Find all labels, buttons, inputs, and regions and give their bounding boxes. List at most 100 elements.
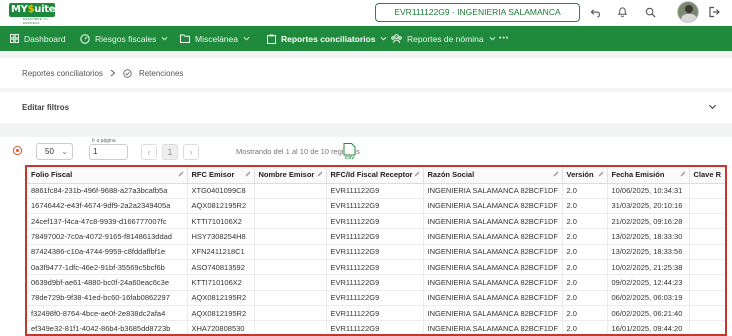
chevron-down-icon[interactable] <box>708 102 717 111</box>
nav-label: Riesgos fiscales <box>95 33 157 44</box>
csv-label: CSV <box>345 155 354 160</box>
nav-item-reportes-conciliatorios[interactable]: Reportes conciliatorios <box>267 26 387 51</box>
nav-item-reportes-nomina[interactable]: Reportes de nómina <box>391 26 496 51</box>
previous-page-button[interactable]: ‹ <box>141 144 157 160</box>
settings-target-icon[interactable] <box>12 145 23 156</box>
table-cell: f32498f0-8764-4bce-ae0f-2e838dc2afa4 <box>27 305 188 322</box>
table-cell <box>254 213 327 230</box>
table-row[interactable]: 0639d9bf-ae61-4880-bc0f-24a60eac6c3e KTTI… <box>27 274 725 291</box>
table-cell: INGENIERIA SALAMANCA 82BCF1DF <box>423 213 563 230</box>
bell-icon[interactable] <box>615 5 629 19</box>
table-cell: 10/06/2025, 10:34:31 <box>607 183 690 199</box>
table-cell <box>689 290 725 306</box>
edit-pencil-icon[interactable] <box>553 171 559 177</box>
page-button-current[interactable]: 1 <box>162 144 178 160</box>
table-row[interactable]: 78de729b-9f38-41ed-bc60-16fab0862297 AQX0… <box>27 290 725 306</box>
column-header[interactable]: RFC/Id Fiscal Receptor <box>326 167 424 184</box>
table-cell: 2.0 <box>562 259 608 276</box>
table-cell: 2.0 <box>562 305 608 322</box>
edit-pencil-icon[interactable] <box>414 171 420 177</box>
nav-item-dashboard[interactable]: Dashboard <box>10 26 66 51</box>
table-cell: 2.0 <box>562 198 608 215</box>
mysuite-logo[interactable]: MY$uite DESCUBRE TU EMPRESA <box>9 3 55 25</box>
table-cell <box>689 274 725 291</box>
table-row[interactable]: ef349e32-81f1-4042-86b4-b3685dd8723b XHA7… <box>27 320 725 334</box>
next-page-button[interactable]: › <box>183 144 199 160</box>
table-cell: 31/03/2025, 20:10:16 <box>607 198 690 215</box>
table-row[interactable]: 24cef137-f4ca-47c8-9939-d166777007fc KTTI… <box>27 213 725 230</box>
csv-export-icon[interactable]: CSV <box>343 143 356 160</box>
withholdings-table: Folio Fiscal RFC Emisor Nombre Emisor RF… <box>25 165 727 336</box>
table-cell <box>689 244 725 260</box>
table-cell: EVR111122G9 <box>326 183 424 199</box>
table-cell: INGENIERIA SALAMANCA 82BCF1DF <box>423 320 563 334</box>
chevron-right-icon <box>110 69 116 77</box>
table-cell: ef349e32-81f1-4042-86b4-b3685dd8723b <box>27 320 188 334</box>
table-row[interactable]: 16746442-e43f-4674-9df9-2a2a2349405a AQX0… <box>27 198 725 215</box>
column-header[interactable]: Versión <box>562 167 608 184</box>
table-row[interactable]: 8861fc84-231b-496f-9688-a27a3bcafb5a XTG0… <box>27 183 725 199</box>
table-cell: EVR111122G9 <box>326 198 424 215</box>
filters-panel[interactable]: Editar filtros <box>0 92 732 123</box>
table-row[interactable]: 87424386-c10a-4744-9959-c8fddaffbf1e XFN2… <box>27 244 725 260</box>
table-cell: EVR111122G9 <box>326 213 424 230</box>
table-cell: EVR111122G9 <box>326 228 424 245</box>
column-header[interactable]: Folio Fiscal <box>27 167 188 184</box>
logo-text: MY <box>11 4 28 15</box>
table-row[interactable]: 0a3f9477-1dfc-46e2-91bf-35569c5bcf6b ASO7… <box>27 259 725 276</box>
edit-pencil-icon[interactable] <box>317 171 323 177</box>
more-menu-icon[interactable]: ••• <box>499 26 509 51</box>
company-selector-button[interactable]: EVR111122G9 - INGENIERIA SALAMANCA 82BCF… <box>375 3 580 34</box>
table-cell: 0a3f9477-1dfc-46e2-91bf-35569c5bcf6b <box>27 259 188 276</box>
table-cell: INGENIERIA SALAMANCA 82BCF1DF <box>423 228 563 245</box>
table-cell: INGENIERIA SALAMANCA 82BCF1DF <box>423 305 563 322</box>
edit-pencil-icon[interactable] <box>598 171 604 177</box>
table-row[interactable]: 78497002-7c0a-4072-9165-f8148613ddad HSY7… <box>27 228 725 245</box>
table-cell: EVR111122G9 <box>326 290 424 306</box>
table-cell <box>689 305 725 322</box>
table-cell: 13/02/2025, 18:33:56 <box>607 244 690 260</box>
table-cell <box>254 290 327 306</box>
logout-icon[interactable] <box>707 5 721 19</box>
table-cell <box>254 305 327 322</box>
column-header[interactable]: Fecha Emisión <box>607 167 690 184</box>
edit-pencil-icon[interactable] <box>680 171 686 177</box>
table-cell: INGENIERIA SALAMANCA 82BCF1DF <box>423 183 563 199</box>
table-cell: INGENIERIA SALAMANCA 82BCF1DF <box>423 259 563 276</box>
chevron-down-icon: ⌄ <box>61 147 68 156</box>
page-size-select[interactable]: 50 ⌄ <box>36 143 73 160</box>
table-row[interactable]: f32498f0-8764-4bce-ae0f-2e838dc2afa4 AQX0… <box>27 305 725 322</box>
column-header[interactable]: Razón Social <box>423 167 563 184</box>
table-cell: EVR111122G9 <box>326 274 424 291</box>
search-icon[interactable] <box>643 5 657 19</box>
table-cell: 2.0 <box>562 228 608 245</box>
column-header[interactable]: Nombre Emisor <box>254 167 327 184</box>
table-cell <box>254 274 327 291</box>
table-cell: 0639d9bf-ae61-4880-bc0f-24a60eac6c3e <box>27 274 188 291</box>
goto-page-input[interactable]: 1 <box>89 144 128 160</box>
table-cell: 24cef137-f4ca-47c8-9939-d166777007fc <box>27 213 188 230</box>
table-cell: 2.0 <box>562 213 608 230</box>
table-cell: 78de729b-9f38-41ed-bc60-16fab0862297 <box>27 290 188 306</box>
column-header[interactable]: Clave R <box>689 167 725 184</box>
column-header[interactable]: RFC Emisor <box>187 167 255 184</box>
table-cell: XFN2411218C1 <box>187 244 255 260</box>
table-cell: HSY7308254H8 <box>187 228 255 245</box>
edit-pencil-icon[interactable] <box>178 171 184 177</box>
table-cell <box>254 183 327 199</box>
breadcrumb-parent[interactable]: Reportes conciliatorios <box>22 69 103 78</box>
chevron-down-icon <box>381 36 387 41</box>
table-cell <box>254 228 327 245</box>
table-cell <box>254 259 327 276</box>
table-cell: EVR111122G9 <box>326 320 424 334</box>
people-icon <box>391 33 402 43</box>
nav-item-riesgos-fiscales[interactable]: Riesgos fiscales <box>80 26 168 51</box>
table-cell: INGENIERIA SALAMANCA 82BCF1DF <box>423 244 563 260</box>
table-cell: AQX0812195R2 <box>187 198 255 215</box>
user-avatar[interactable] <box>677 1 699 23</box>
back-arrow-icon[interactable] <box>588 5 602 19</box>
table-cell: INGENIERIA SALAMANCA 82BCF1DF <box>423 198 563 215</box>
gauge-icon <box>80 33 90 44</box>
nav-item-miscelanea[interactable]: Miscelánea <box>180 26 250 51</box>
edit-pencil-icon[interactable] <box>245 171 251 177</box>
